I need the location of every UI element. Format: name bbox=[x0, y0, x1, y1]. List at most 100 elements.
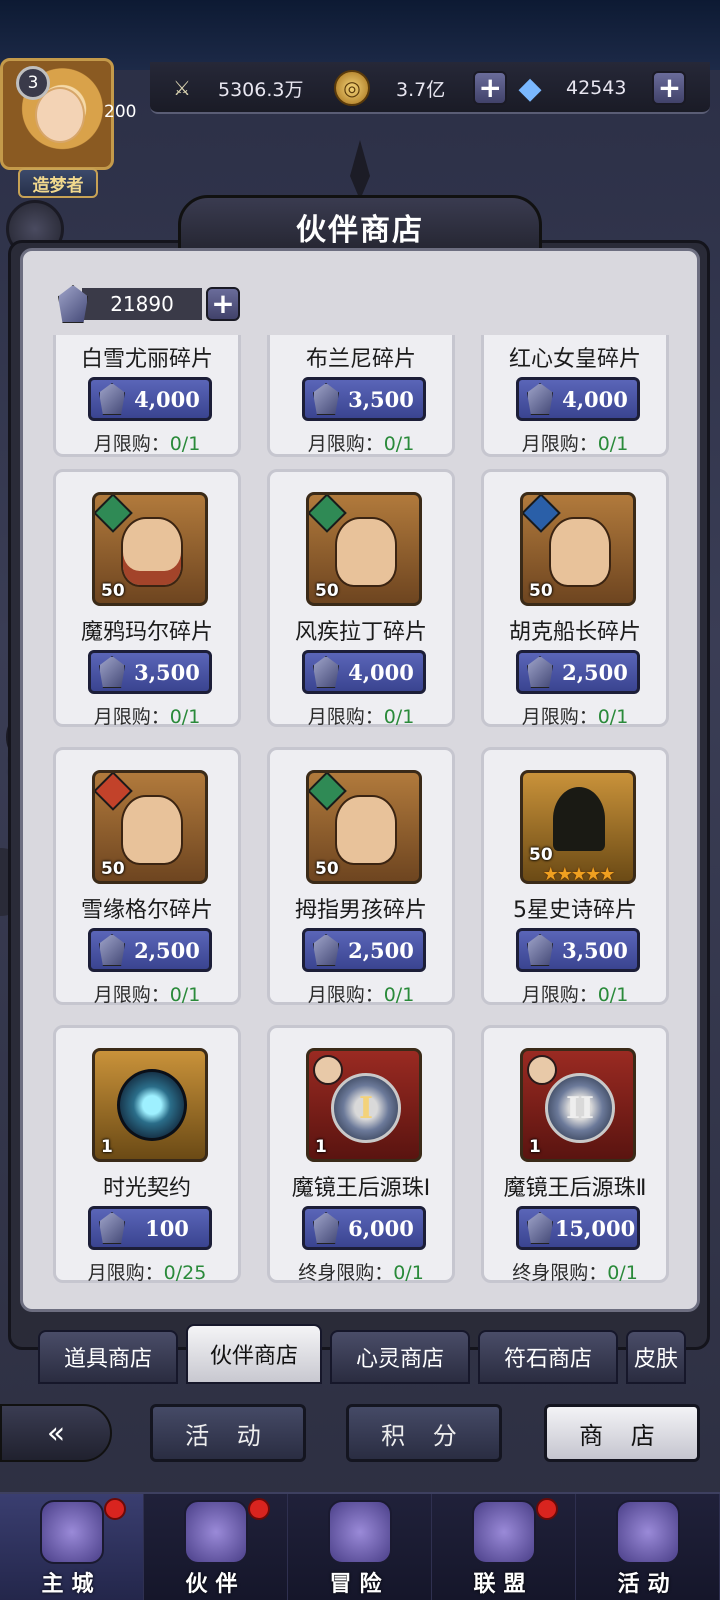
item-image: 50 bbox=[92, 492, 208, 606]
nav-alliance[interactable]: 联盟 bbox=[432, 1494, 576, 1600]
player-rank-label: 造梦者 bbox=[18, 168, 98, 198]
tab-skin-shop[interactable]: 皮肤 bbox=[626, 1330, 686, 1384]
item-name: 魔镜王后源珠Ⅰ bbox=[291, 1176, 431, 1201]
price-button[interactable]: 4,000 bbox=[516, 377, 640, 421]
price-value: 3,500 bbox=[562, 937, 628, 963]
purchase-limit: 月限购：0/1 bbox=[270, 702, 452, 729]
price-button[interactable]: 2,500 bbox=[88, 928, 212, 972]
limit-count: 0/1 bbox=[383, 706, 415, 728]
nav-main-city[interactable]: 主城 bbox=[0, 1494, 144, 1600]
shop-item-card[interactable]: II 1 魔镜王后源珠Ⅱ 15,000 终身限购：0/1 bbox=[481, 1025, 669, 1284]
nav-label: 联盟 bbox=[473, 1572, 534, 1597]
item-name: 白雪尤丽碎片 bbox=[80, 347, 213, 372]
item-image: I1 bbox=[306, 1048, 422, 1162]
price-button[interactable]: 3,500 bbox=[302, 377, 426, 421]
store-button[interactable]: 商 店 bbox=[544, 1404, 700, 1462]
item-name: 拇指男孩碎片 bbox=[294, 898, 427, 923]
shop-item-card[interactable]: 50 拇指男孩碎片 2,500 月限购：0/1 bbox=[267, 747, 455, 1007]
shard-currency-icon bbox=[313, 383, 339, 415]
add-gold-button[interactable]: + bbox=[473, 71, 508, 105]
price-button[interactable]: 3,500 bbox=[516, 928, 640, 972]
shop-item-card[interactable]: 白雪尤丽碎片 4,000 月限购：0/1 bbox=[53, 335, 241, 457]
nav-label: 冒险 bbox=[329, 1572, 390, 1597]
item-image: 50 bbox=[306, 492, 422, 606]
compass-icon bbox=[328, 1500, 392, 1564]
character-portrait bbox=[121, 517, 183, 587]
price-button[interactable]: 4,000 bbox=[302, 650, 426, 694]
price-value: 3,500 bbox=[348, 386, 414, 412]
sword-icon: ⚔ bbox=[173, 76, 191, 100]
item-image: 50 bbox=[520, 492, 636, 606]
price-button[interactable]: 2,500 bbox=[516, 650, 640, 694]
limit-count: 0/1 bbox=[169, 984, 201, 1006]
purchase-limit: 月限购：0/1 bbox=[484, 702, 666, 729]
hooded-figure-icon bbox=[553, 787, 605, 851]
tab-spirit-shop[interactable]: 心灵商店 bbox=[330, 1330, 470, 1384]
shop-item-card[interactable]: I1 魔镜王后源珠Ⅰ 6,000 终身限购：0/1 bbox=[267, 1025, 455, 1285]
price-value: 15,000 bbox=[554, 1215, 636, 1241]
shop-title: 伙伴商店 bbox=[296, 213, 424, 248]
add-shard-button[interactable]: + bbox=[206, 287, 240, 321]
price-button[interactable]: 4,000 bbox=[88, 377, 212, 421]
diamond-resource: ◆ 42543 + bbox=[512, 68, 687, 108]
shop-item-card[interactable]: 50 魔鸦玛尔碎片 3,500 月限购：0/1 bbox=[53, 469, 241, 729]
purchase-limit: 月限购：0/1 bbox=[56, 429, 238, 456]
points-button[interactable]: 积 分 bbox=[346, 1404, 502, 1462]
limit-label: 月限购： bbox=[87, 1262, 164, 1284]
item-quantity: 50 bbox=[315, 581, 339, 601]
add-diamond-button[interactable]: + bbox=[652, 71, 687, 105]
power-value: 5306.3万 bbox=[218, 78, 304, 101]
tab-rune-shop[interactable]: 符石商店 bbox=[478, 1330, 618, 1384]
shop-item-card[interactable]: 50 胡克船长碎片 2,500 月限购：0/1 bbox=[481, 469, 669, 729]
gold-coin-icon: ◎ bbox=[334, 70, 370, 106]
limit-label: 月限购： bbox=[307, 984, 384, 1006]
queen-portrait-icon bbox=[527, 1055, 557, 1085]
shard-currency-icon bbox=[99, 934, 125, 966]
shard-currency-icon bbox=[313, 656, 339, 688]
item-name: 风疾拉丁碎片 bbox=[294, 620, 427, 645]
shop-item-card[interactable]: 50 ★★★★★ 5星史诗碎片 3,500 月限购：0/1 bbox=[481, 747, 669, 1007]
tab-item-shop[interactable]: 道具商店 bbox=[38, 1330, 178, 1384]
item-quantity: 1 bbox=[315, 1137, 327, 1157]
price-value: 3,500 bbox=[134, 659, 200, 685]
limit-label: 月限购： bbox=[307, 706, 384, 728]
price-button[interactable]: 2,500 bbox=[302, 928, 426, 972]
item-quantity: 50 bbox=[101, 581, 125, 601]
shop-currency-value: 21890 bbox=[82, 288, 202, 320]
price-button[interactable]: 3,500 bbox=[88, 650, 212, 694]
back-arrow-icon[interactable]: « bbox=[0, 1404, 112, 1462]
shop-item-card[interactable]: 1 时光契约 100 月限购：0/25 bbox=[53, 1025, 241, 1285]
purchase-limit: 终身限购：0/1 bbox=[270, 1258, 452, 1285]
price-button[interactable]: 100 bbox=[88, 1206, 212, 1250]
nav-label: 活动 bbox=[617, 1572, 678, 1597]
nav-adventure[interactable]: 冒险 bbox=[288, 1494, 432, 1600]
shop-item-card[interactable]: 红心女皇碎片 4,000 月限购：0/1 bbox=[481, 335, 669, 457]
activity-button[interactable]: 活 动 bbox=[150, 1404, 306, 1462]
shard-currency-icon bbox=[527, 656, 553, 688]
item-name: 魔鸦玛尔碎片 bbox=[80, 620, 213, 645]
purchase-limit: 月限购：0/25 bbox=[56, 1258, 238, 1285]
price-button[interactable]: 15,000 bbox=[516, 1206, 640, 1250]
shard-currency-icon bbox=[313, 934, 339, 966]
item-image: 50 bbox=[306, 770, 422, 884]
nav-events[interactable]: 活动 bbox=[576, 1494, 720, 1600]
character-portrait bbox=[335, 795, 397, 865]
purchase-limit: 月限购：0/1 bbox=[484, 980, 666, 1007]
shop-item-card[interactable]: 布兰尼碎片 3,500 月限购：0/1 bbox=[267, 335, 455, 457]
item-image: 50 bbox=[92, 770, 208, 884]
price-value: 6,000 bbox=[348, 1215, 414, 1241]
price-button[interactable]: 6,000 bbox=[302, 1206, 426, 1250]
purchase-limit: 月限购：0/1 bbox=[56, 702, 238, 729]
purchase-limit: 月限购：0/1 bbox=[270, 980, 452, 1007]
limit-label: 终身限购： bbox=[512, 1262, 608, 1284]
shop-item-card[interactable]: 50 雪缘格尔碎片 2,500 月限购：0/1 bbox=[53, 747, 241, 1006]
notification-dot bbox=[536, 1498, 558, 1520]
item-quantity: 50 bbox=[315, 859, 339, 879]
nav-partners[interactable]: 伙伴 bbox=[144, 1494, 288, 1600]
character-portrait bbox=[335, 517, 397, 587]
item-quantity: 50 bbox=[529, 845, 553, 865]
tab-partner-shop[interactable]: 伙伴商店 bbox=[186, 1324, 322, 1384]
castle-icon bbox=[40, 1500, 104, 1564]
limit-label: 月限购： bbox=[93, 433, 170, 455]
shop-item-card[interactable]: 50 风疾拉丁碎片 4,000 月限购：0/1 bbox=[267, 469, 455, 729]
